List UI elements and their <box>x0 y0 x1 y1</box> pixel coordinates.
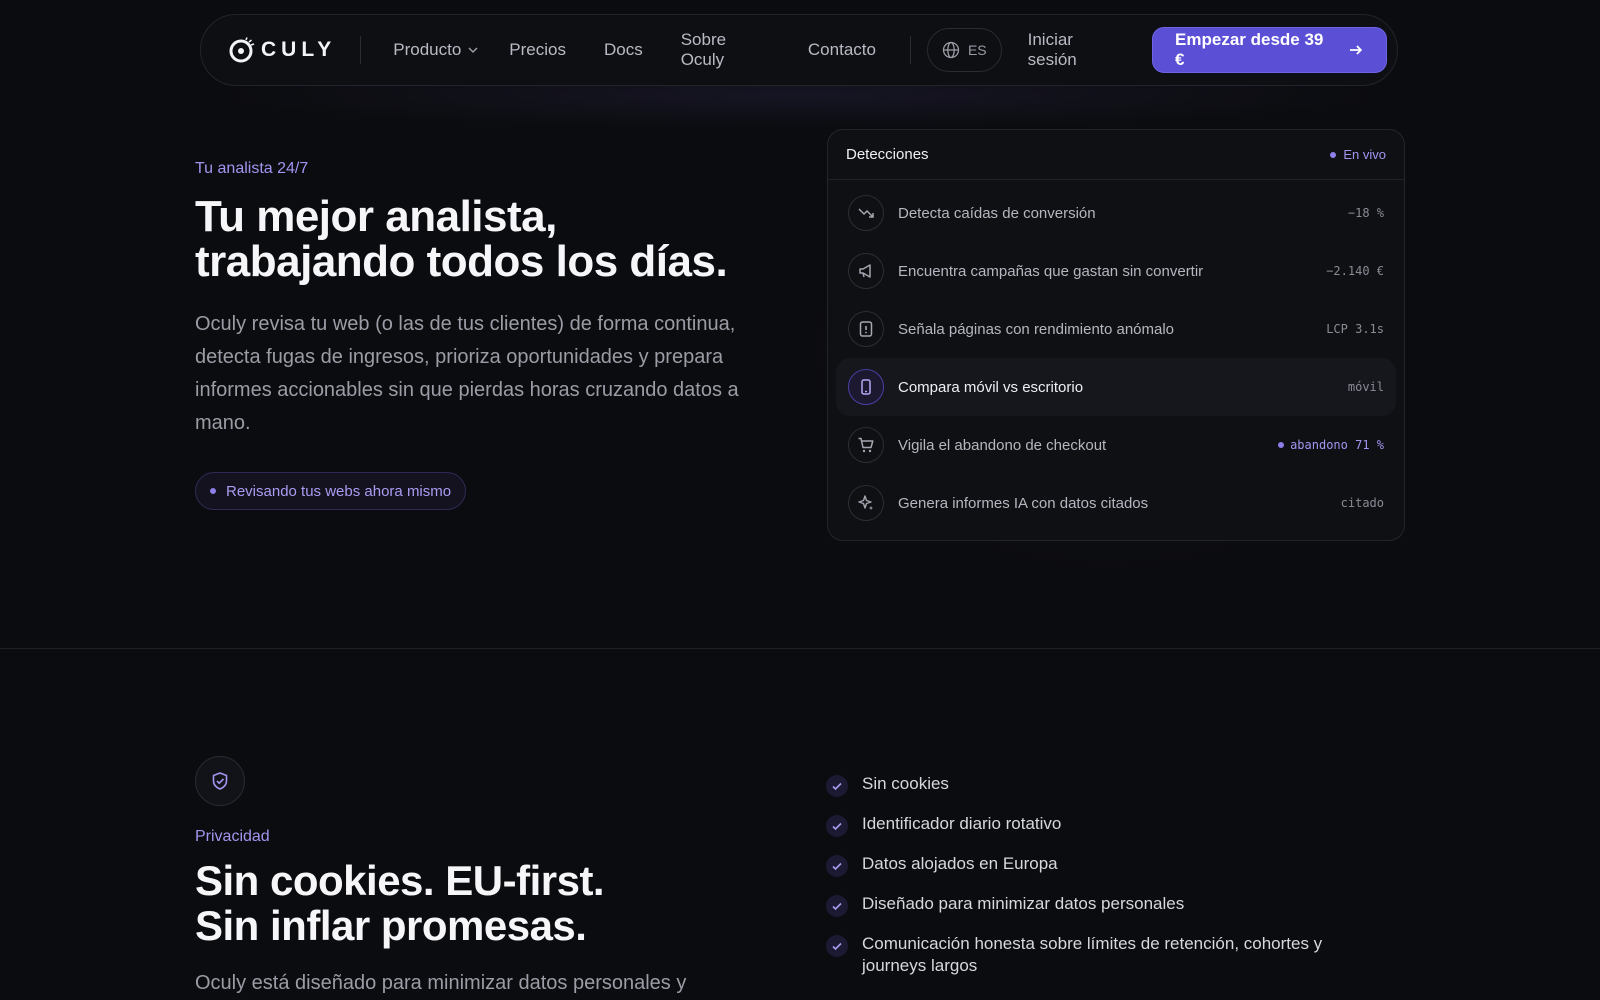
megaphone-icon <box>848 253 884 289</box>
check-text: Diseñado para minimizar datos personales <box>862 894 1185 913</box>
detection-label: Vigila el abandono de checkout <box>898 436 1107 454</box>
start-button[interactable]: Empezar desde 39 € <box>1152 27 1387 73</box>
detections-list: Detecta caídas de conversión −18 % Encue… <box>828 180 1404 536</box>
arrow-right-icon <box>1350 45 1363 55</box>
hero-title-line: Tu mejor analista, <box>195 192 557 241</box>
live-dot-icon <box>1330 151 1337 158</box>
check-icon <box>826 935 848 957</box>
sparkles-icon <box>848 485 884 521</box>
shield-icon <box>195 756 245 806</box>
start-button-label: Empezar desde 39 € <box>1175 30 1324 69</box>
chevron-down-icon <box>468 47 478 54</box>
check-icon <box>826 775 848 797</box>
list-item: Compara móvil vs escritorio móvil <box>836 358 1396 416</box>
privacy-section: Privacidad Sin cookies. EU-first. Sin in… <box>195 828 795 995</box>
list-item: Vigila el abandono de checkout abandono … <box>836 416 1396 474</box>
privacy-title-line: Sin inflar promesas. <box>195 902 587 949</box>
privacy-eyebrow: Privacidad <box>195 828 270 845</box>
detection-value: abandono 71 % <box>1278 438 1384 452</box>
detection-label: Genera informes IA con datos citados <box>898 494 1149 512</box>
hero-eyebrow: Tu analista 24/7 <box>195 160 309 177</box>
check-text: Comunicación honesta sobre límites de re… <box>862 934 1323 975</box>
list-item: Señala páginas con rendimiento anómalo L… <box>836 300 1396 358</box>
privacy-title: Sin cookies. EU-first. Sin inflar promes… <box>195 858 795 948</box>
status-dot-icon <box>210 488 216 494</box>
globe-icon <box>942 41 960 59</box>
hero-title-line: trabajando todos los días. <box>195 237 728 286</box>
detection-label: Detecta caídas de conversión <box>898 204 1096 222</box>
detection-label: Compara móvil vs escritorio <box>898 378 1084 396</box>
detection-value: −2.140 € <box>1326 264 1384 278</box>
live-text: En vivo <box>1343 147 1386 162</box>
status-badge: Revisando tus webs ahora mismo <box>195 472 467 510</box>
detections-panel: Detecciones En vivo Detecta caídas de co… <box>827 129 1405 541</box>
detection-value-text: abandono 71 % <box>1290 438 1384 452</box>
hero-description: Oculy revisa tu web (o las de tus client… <box>195 313 739 434</box>
detection-value: citado <box>1340 496 1384 510</box>
privacy-description: Oculy está diseñado para minimizar datos… <box>195 972 687 994</box>
list-item: Detecta caídas de conversión −18 % <box>836 184 1396 242</box>
panel-title: Detecciones <box>846 146 929 163</box>
list-item: Sin cookies <box>826 773 1386 797</box>
list-item: Diseñado para minimizar datos personales <box>826 893 1386 917</box>
nav-divider <box>909 36 911 64</box>
section-divider <box>0 648 1600 649</box>
check-text: Identificador diario rotativo <box>862 814 1062 833</box>
nav-divider <box>360 36 362 64</box>
cart-icon <box>848 427 884 463</box>
nav-link-docs[interactable]: Docs <box>604 40 643 60</box>
check-icon <box>826 895 848 917</box>
list-item: Comunicación honesta sobre límites de re… <box>826 933 1386 977</box>
logo-text: CULY <box>261 38 337 61</box>
panel-header: Detecciones En vivo <box>828 130 1404 180</box>
login-link[interactable]: Iniciar sesión <box>1028 30 1126 70</box>
detection-value: LCP 3.1s <box>1326 322 1384 336</box>
top-navbar: CULY Producto Precios Docs Sobre Oculy C… <box>200 14 1398 86</box>
nav-links: Producto Precios Docs Sobre Oculy Contac… <box>393 30 914 70</box>
list-item: Encuentra campañas que gastan sin conver… <box>836 242 1396 300</box>
list-item: Datos alojados en Europa <box>826 853 1386 877</box>
detection-label: Encuentra campañas que gastan sin conver… <box>898 262 1204 280</box>
detection-value: móvil <box>1347 380 1384 394</box>
logo[interactable]: CULY <box>229 37 336 63</box>
nav-link-precios[interactable]: Precios <box>509 40 566 60</box>
check-icon <box>826 815 848 837</box>
language-selector[interactable]: ES <box>926 28 1002 72</box>
list-item: Genera informes IA con datos citados cit… <box>836 474 1396 532</box>
privacy-title-line: Sin cookies. EU-first. <box>195 857 605 904</box>
logo-eye-icon <box>229 37 255 63</box>
detection-value: −18 % <box>1347 206 1384 220</box>
check-text: Datos alojados en Europa <box>862 854 1058 873</box>
mobile-icon <box>848 369 884 405</box>
language-code: ES <box>967 42 987 58</box>
hero-title: Tu mejor analista, trabajando todos los … <box>195 194 775 284</box>
live-badge: En vivo <box>1330 147 1386 162</box>
nav-link-producto[interactable]: Producto <box>393 40 479 60</box>
value-dot-icon <box>1278 442 1285 448</box>
trending-down-icon <box>848 195 884 231</box>
nav-link-sobre-oculy[interactable]: Sobre Oculy <box>681 30 770 70</box>
nav-link-contacto[interactable]: Contacto <box>808 40 876 60</box>
list-item: Identificador diario rotativo <box>826 813 1386 837</box>
nav-link-label: Producto <box>393 40 462 59</box>
privacy-checklist: Sin cookies Identificador diario rotativ… <box>826 773 1386 993</box>
alert-file-icon <box>848 311 884 347</box>
detection-label: Señala páginas con rendimiento anómalo <box>898 320 1175 338</box>
check-text: Sin cookies <box>862 774 949 793</box>
hero-section: Tu analista 24/7 Tu mejor analista, trab… <box>195 160 775 510</box>
check-icon <box>826 855 848 877</box>
status-text: Revisando tus webs ahora mismo <box>226 482 452 500</box>
